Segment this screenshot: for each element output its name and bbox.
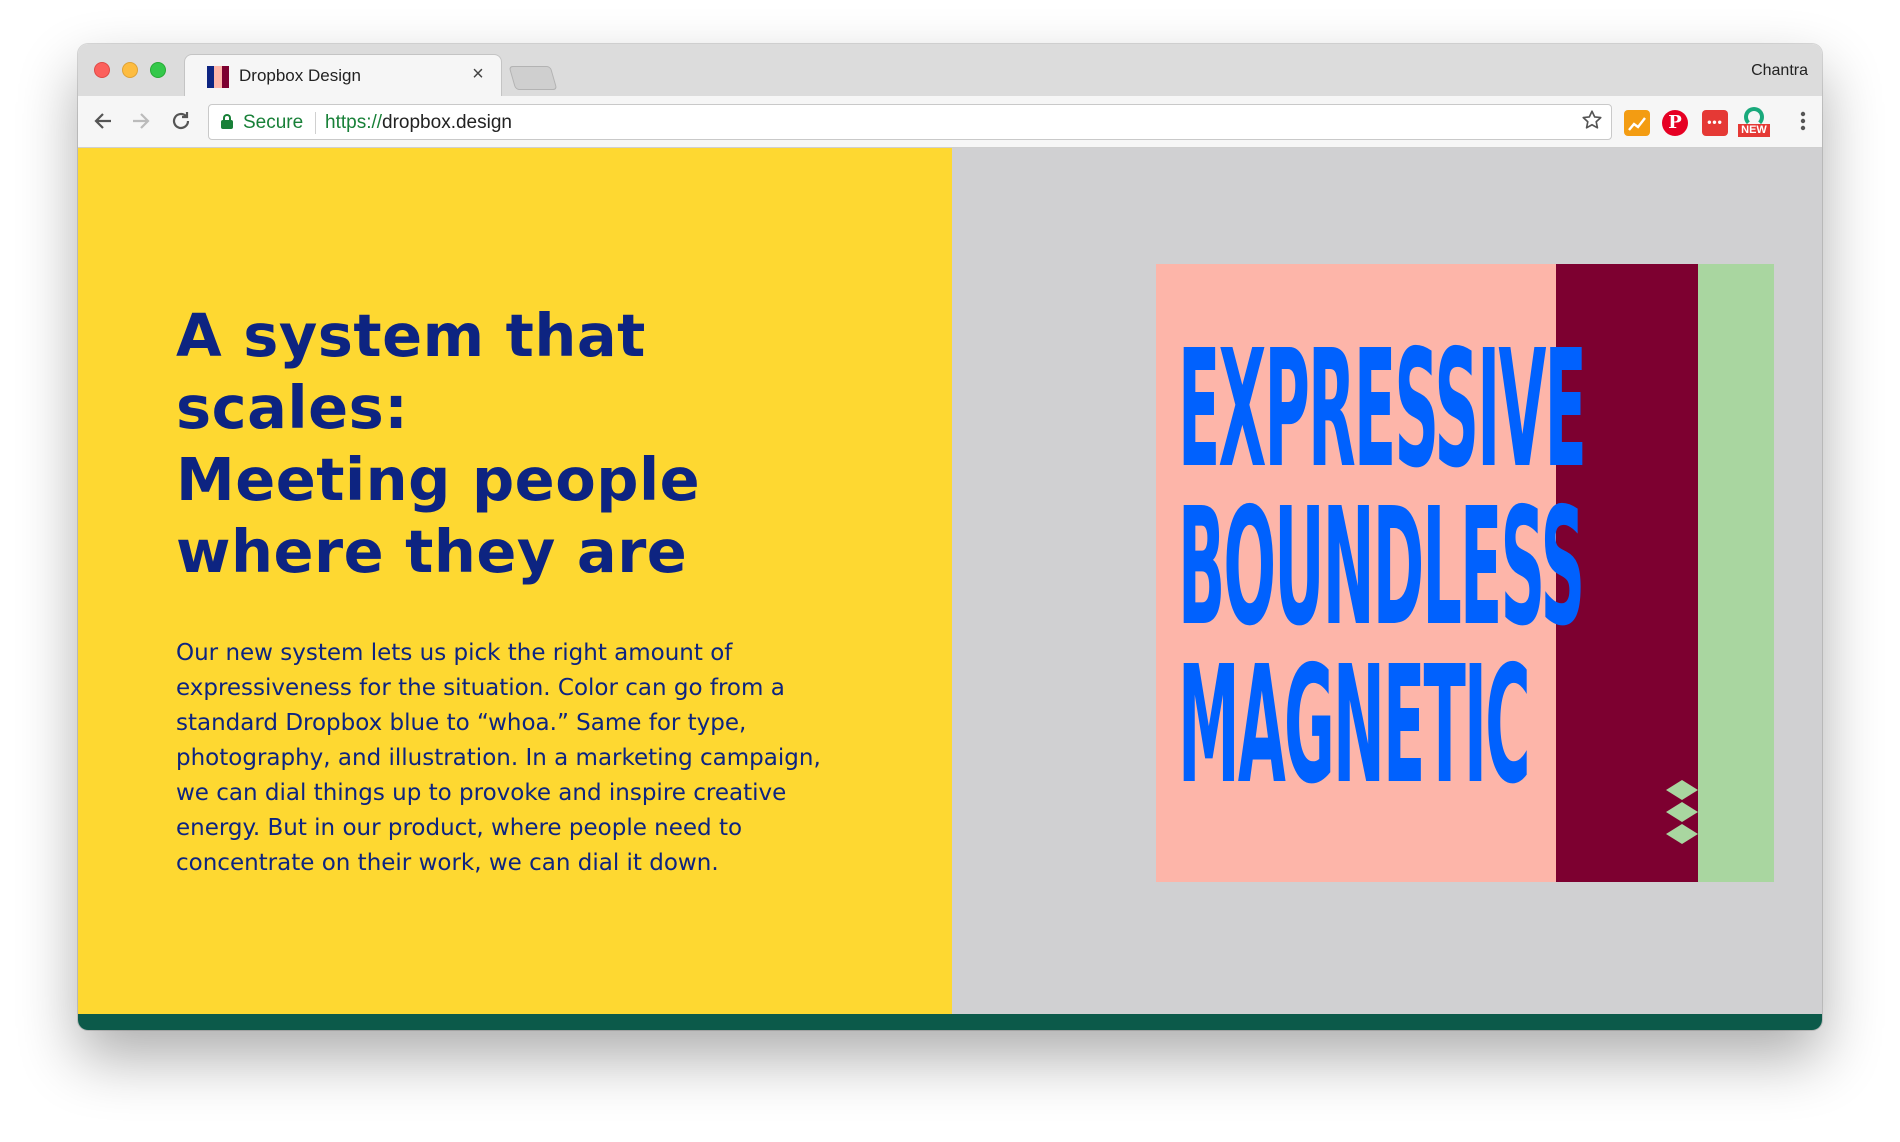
star-icon[interactable] (1581, 109, 1603, 137)
poster-word-magnetic: MAGNETIC (1178, 630, 1531, 820)
poster-words: EXPRESSIVE BOUNDLESS MAGNETIC (1178, 282, 1822, 820)
window-close-button[interactable] (94, 62, 110, 78)
page-content: A system that scales: Meeting people whe… (78, 148, 1822, 1030)
favicon-icon (207, 66, 229, 88)
omnibox-divider (315, 112, 316, 134)
secure-label: Secure (243, 112, 304, 133)
new-badge: NEW (1738, 124, 1770, 137)
pinterest-extension-icon[interactable]: P (1662, 110, 1688, 136)
tab-title: Dropbox Design (239, 66, 361, 85)
profile-name[interactable]: Chantra (1751, 62, 1808, 80)
tab-close-icon[interactable]: × (467, 63, 489, 85)
image-panel: EXPRESSIVE BOUNDLESS MAGNETIC (952, 148, 1822, 1014)
tab-dropbox-design[interactable]: Dropbox Design × (184, 54, 502, 96)
headline-line-1: A system that scales: (176, 301, 646, 442)
menu-kebab-icon[interactable] (1800, 110, 1806, 137)
new-extension-icon[interactable]: NEW (1738, 107, 1770, 137)
dropbox-logo-icon (1666, 780, 1698, 844)
window-minimize-button[interactable] (122, 62, 138, 78)
pocket-extension-icon[interactable]: ••• (1702, 110, 1728, 136)
url-text[interactable]: https://dropbox.design (325, 112, 512, 134)
url-scheme: https:// (325, 112, 383, 133)
forward-arrow-icon[interactable] (128, 110, 154, 134)
reload-icon[interactable] (168, 110, 194, 134)
back-arrow-icon[interactable] (90, 110, 116, 134)
body-paragraph: Our new system lets us pick the right am… (176, 640, 821, 876)
lock-icon (221, 114, 233, 130)
tab-strip: Dropbox Design × Chantra (78, 44, 1822, 96)
footer-bar (78, 1014, 1822, 1030)
browser-window: Dropbox Design × Chantra Secure https://… (78, 44, 1822, 1030)
poster-illustration: EXPRESSIVE BOUNDLESS MAGNETIC (1156, 264, 1774, 882)
window-maximize-button[interactable] (150, 62, 166, 78)
toolbar: Secure https://dropbox.design P ••• NEW (78, 96, 1822, 148)
page-title: A system that scales: Meeting people whe… (176, 300, 816, 588)
url-host: dropbox.design (382, 112, 512, 133)
text-panel: A system that scales: Meeting people whe… (78, 148, 952, 1014)
address-bar[interactable]: Secure https://dropbox.design (208, 104, 1612, 140)
new-tab-button[interactable] (508, 66, 558, 90)
analytics-extension-icon[interactable] (1624, 110, 1650, 136)
headline-line-2: Meeting people where they are (176, 445, 701, 586)
